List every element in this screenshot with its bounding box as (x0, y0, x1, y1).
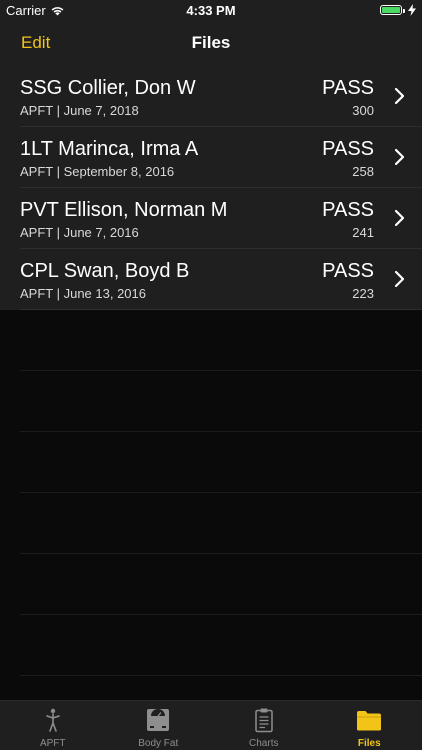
list-item[interactable]: CPL Swan, Boyd B APFT | June 13, 2016 PA… (0, 249, 422, 310)
list-item[interactable]: 1LT Marinca, Irma A APFT | September 8, … (0, 127, 422, 188)
battery-icon (380, 5, 405, 15)
empty-list-area (0, 310, 422, 700)
tab-label: APFT (39, 738, 66, 749)
chevron-right-icon (394, 87, 405, 105)
clipboard-icon (255, 708, 273, 733)
soldier-name: CPL Swan, Boyd B (20, 260, 190, 282)
charging-bolt-icon (408, 4, 416, 16)
folder-icon (357, 711, 382, 731)
tab-charts[interactable]: Charts (211, 701, 317, 750)
tab-label: Charts (249, 738, 279, 749)
result-label: PASS (322, 77, 374, 99)
row-separator (20, 492, 422, 493)
battery-level (382, 7, 400, 13)
files-list: SSG Collier, Don W APFT | June 7, 2018 P… (0, 66, 422, 310)
tab-apft[interactable]: APFT (0, 701, 106, 750)
tab-label: Files (357, 738, 381, 749)
tab-label: Body Fat (138, 738, 179, 749)
battery-indicator (380, 4, 416, 16)
list-item[interactable]: SSG Collier, Don W APFT | June 7, 2018 P… (0, 66, 422, 127)
test-date: APFT | June 7, 2018 (20, 103, 139, 118)
row-separator (20, 614, 422, 615)
tab-bar: APFT Body Fat Charts Files (0, 700, 422, 750)
row-separator (20, 370, 422, 371)
score-value: 223 (352, 286, 374, 301)
runner-icon (45, 708, 60, 732)
result-label: PASS (322, 199, 374, 221)
result-label: PASS (322, 138, 374, 160)
list-item[interactable]: PVT Ellison, Norman M APFT | June 7, 201… (0, 188, 422, 249)
soldier-name: 1LT Marinca, Irma A (20, 138, 199, 160)
score-value: 241 (352, 225, 374, 240)
status-bar: Carrier 4:33 PM (0, 0, 422, 22)
navigation-bar: Edit Files (0, 22, 422, 66)
status-time: 4:33 PM (186, 3, 236, 18)
chevron-right-icon (394, 148, 405, 166)
page-title: Files (191, 33, 231, 52)
soldier-name: SSG Collier, Don W (20, 77, 196, 99)
soldier-name: PVT Ellison, Norman M (20, 199, 228, 221)
tab-files[interactable]: Files (317, 701, 422, 750)
chevron-right-icon (394, 209, 405, 227)
test-date: APFT | June 13, 2016 (20, 286, 146, 301)
tab-body-fat[interactable]: Body Fat (106, 701, 212, 750)
score-value: 300 (352, 103, 374, 118)
row-separator (20, 431, 422, 432)
test-date: APFT | September 8, 2016 (20, 164, 175, 179)
row-separator (20, 553, 422, 554)
test-date: APFT | June 7, 2016 (20, 225, 139, 240)
row-separator (20, 675, 422, 676)
scale-icon (147, 709, 170, 731)
score-value: 258 (352, 164, 374, 179)
chevron-right-icon (394, 270, 405, 288)
result-label: PASS (322, 260, 374, 282)
